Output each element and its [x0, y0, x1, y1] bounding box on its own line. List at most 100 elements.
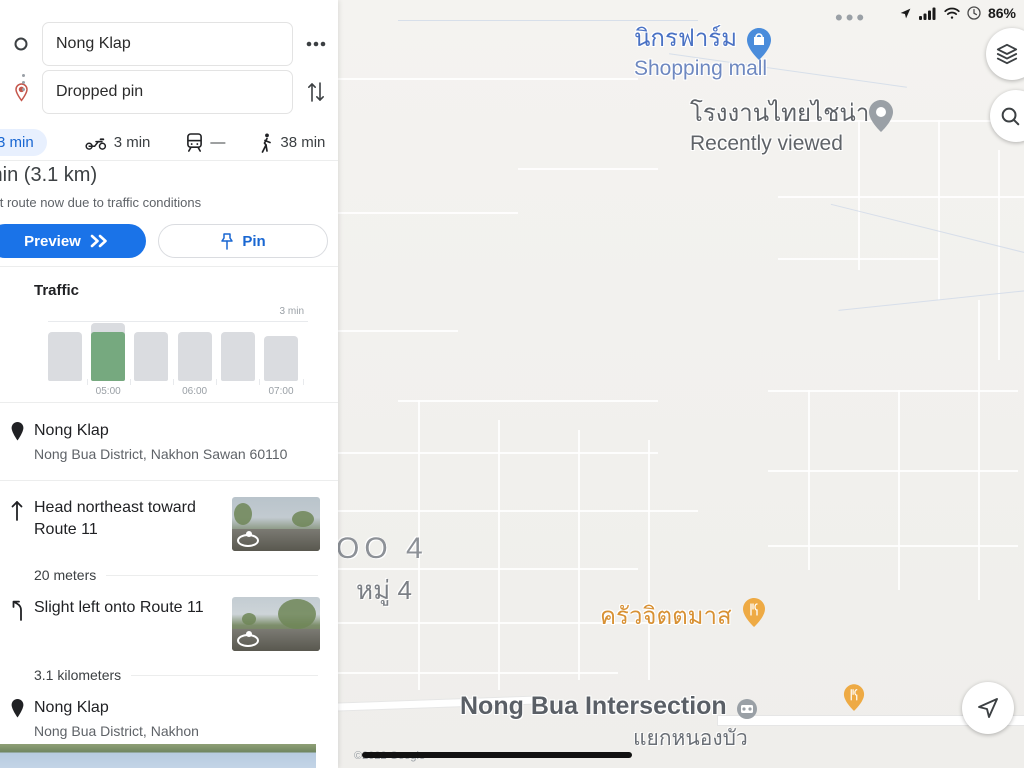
- map-road: [768, 470, 1018, 472]
- pin-icon: [220, 232, 234, 250]
- direction-step-1-body: Head northeast toward Route 11: [34, 497, 232, 551]
- map-label-thai: ครัวจิตตมาส: [600, 603, 732, 630]
- travel-mode-walking[interactable]: 38 min: [259, 133, 325, 153]
- divider: [131, 674, 318, 676]
- travel-mode-tabs[interactable]: 3 min 3 min — 38 min: [0, 126, 338, 159]
- chart-x-label: 07:00: [268, 386, 294, 397]
- route-summary: min (3.1 km) est route now due to traffi…: [0, 164, 338, 258]
- circle-outline-icon: [0, 37, 42, 51]
- swap-vertical-icon[interactable]: [293, 81, 338, 103]
- restaurant-icon[interactable]: [742, 598, 766, 628]
- map-road: [398, 400, 658, 402]
- travel-mode-driving-label: 3 min: [0, 134, 34, 151]
- travel-mode-transit-label: —: [210, 134, 226, 151]
- directions-panel[interactable]: 0 Nong Klap Dropped pin: [0, 0, 338, 768]
- travel-mode-walking-label: 38 min: [280, 134, 326, 151]
- train-icon: [186, 133, 203, 152]
- street-view-thumbnail[interactable]: [232, 497, 320, 551]
- map-road: [338, 78, 638, 80]
- divider: [0, 160, 338, 161]
- layers-icon: [996, 43, 1018, 65]
- more-horizontal-icon[interactable]: [293, 41, 338, 47]
- traffic-bar[interactable]: [220, 332, 255, 381]
- battery-icon: [967, 6, 981, 20]
- map-label-thai: โรงงานไทยไชน่า: [690, 100, 870, 127]
- pin-button[interactable]: Pin: [158, 224, 328, 258]
- shopping-mall-icon[interactable]: [746, 28, 771, 60]
- traffic-chart[interactable]: 3 min 05:00 06:00 07:00: [48, 306, 308, 397]
- street-view-thumbnail[interactable]: [232, 597, 320, 651]
- map-road: [768, 545, 1018, 547]
- street-view-icon: [237, 631, 259, 647]
- moo-label: หมู่ 4: [356, 575, 412, 605]
- traffic-bar[interactable]: [264, 336, 298, 381]
- chart-tick: [173, 379, 174, 385]
- route-connector-dots: [22, 74, 25, 91]
- preview-button-label: Preview: [24, 232, 81, 250]
- travel-mode-motorcycle[interactable]: 3 min: [85, 134, 150, 151]
- map-road: [778, 196, 1024, 198]
- map-label-restaurant[interactable]: ครัวจิตตมาส: [600, 596, 732, 635]
- navigate-button[interactable]: [962, 682, 1014, 734]
- direction-step-2[interactable]: Slight left onto Route 11: [0, 583, 338, 667]
- destination-row[interactable]: Dropped pin: [0, 70, 338, 114]
- preview-button[interactable]: Preview: [0, 224, 146, 258]
- direction-step-1-distance: 20 meters: [34, 567, 97, 583]
- map-road: [938, 120, 940, 300]
- route-actions: Preview Pin: [0, 224, 338, 258]
- straight-arrow-icon: [0, 497, 34, 551]
- direction-step-2-distance-row: 3.1 kilometers: [0, 667, 338, 683]
- traffic-title: Traffic: [34, 282, 80, 299]
- map-road: [578, 430, 580, 680]
- origin-input[interactable]: Nong Klap: [42, 22, 293, 66]
- traffic-bar[interactable]: [177, 332, 212, 381]
- slight-left-arrow-icon: [0, 597, 34, 651]
- map-road: [808, 390, 810, 570]
- chart-tick: [259, 379, 261, 385]
- status-bar: 86%: [899, 2, 1016, 24]
- travel-mode-driving[interactable]: 3 min: [0, 129, 47, 156]
- chart-tick: [302, 379, 304, 385]
- map-ellipsis-icon: •••: [835, 5, 868, 30]
- map-road: [498, 420, 500, 690]
- route-endpoints: Nong Klap Dropped pin: [0, 22, 338, 118]
- search-icon: [1001, 105, 1021, 127]
- map-label-english: Shopping mall: [634, 57, 768, 80]
- route-duration-distance: min (3.1 km): [0, 164, 98, 186]
- direction-origin-title: Nong Klap: [34, 422, 109, 439]
- highway-shield-label: OO 4: [338, 532, 428, 565]
- direction-origin-body: Nong Klap Nong Bua District, Nakhon Sawa…: [34, 420, 338, 464]
- traffic-bar[interactable]: [91, 323, 126, 381]
- map-road: [978, 300, 980, 600]
- divider: [106, 574, 318, 576]
- map-canvas[interactable]: 3 min ••• นิกรฟาร์ม Shopping mall โรงงาน…: [338, 0, 1024, 768]
- traffic-bar[interactable]: [134, 332, 169, 381]
- intersection-camera-icon: [736, 698, 760, 728]
- route-traffic-note: est route now due to traffic conditions: [0, 195, 202, 210]
- restaurant-icon-2[interactable]: [843, 684, 867, 714]
- motorcycle-icon: [85, 136, 107, 150]
- origin-row[interactable]: Nong Klap: [0, 22, 338, 66]
- map-road: [338, 672, 618, 674]
- direction-step-2-title: Slight left onto Route 11: [34, 599, 204, 616]
- recently-viewed-pin-icon[interactable]: [868, 100, 893, 132]
- map-road: [898, 390, 900, 590]
- map-label-factory[interactable]: โรงงานไทยไชน่า Recently viewed: [690, 93, 869, 156]
- map-label-intersection-en[interactable]: Nong Bua Intersection: [460, 692, 727, 721]
- destination-input[interactable]: Dropped pin: [42, 70, 293, 114]
- traffic-section: Traffic 3 min 05:00 06:00 07:00: [0, 268, 338, 397]
- map-road: [648, 440, 650, 680]
- directions-list[interactable]: Nong Klap Nong Bua District, Nakhon Sawa…: [0, 404, 338, 768]
- divider: [0, 402, 338, 403]
- panel-bottom-preview[interactable]: [0, 744, 316, 768]
- map-label-intersection-th[interactable]: แยกหนองบัว: [633, 722, 748, 755]
- direction-origin[interactable]: Nong Klap Nong Bua District, Nakhon Sawa…: [0, 404, 338, 480]
- direction-step-2-distance: 3.1 kilometers: [34, 667, 122, 683]
- travel-mode-transit[interactable]: —: [186, 133, 225, 152]
- map-road: [338, 330, 458, 332]
- chart-x-label: 05:00: [95, 386, 121, 397]
- traffic-bar[interactable]: [48, 332, 82, 381]
- direction-step-1[interactable]: Head northeast toward Route 11: [0, 481, 338, 567]
- chart-tick: [216, 379, 218, 385]
- direction-origin-subtitle: Nong Bua District, Nakhon Sawan 60110: [34, 446, 288, 462]
